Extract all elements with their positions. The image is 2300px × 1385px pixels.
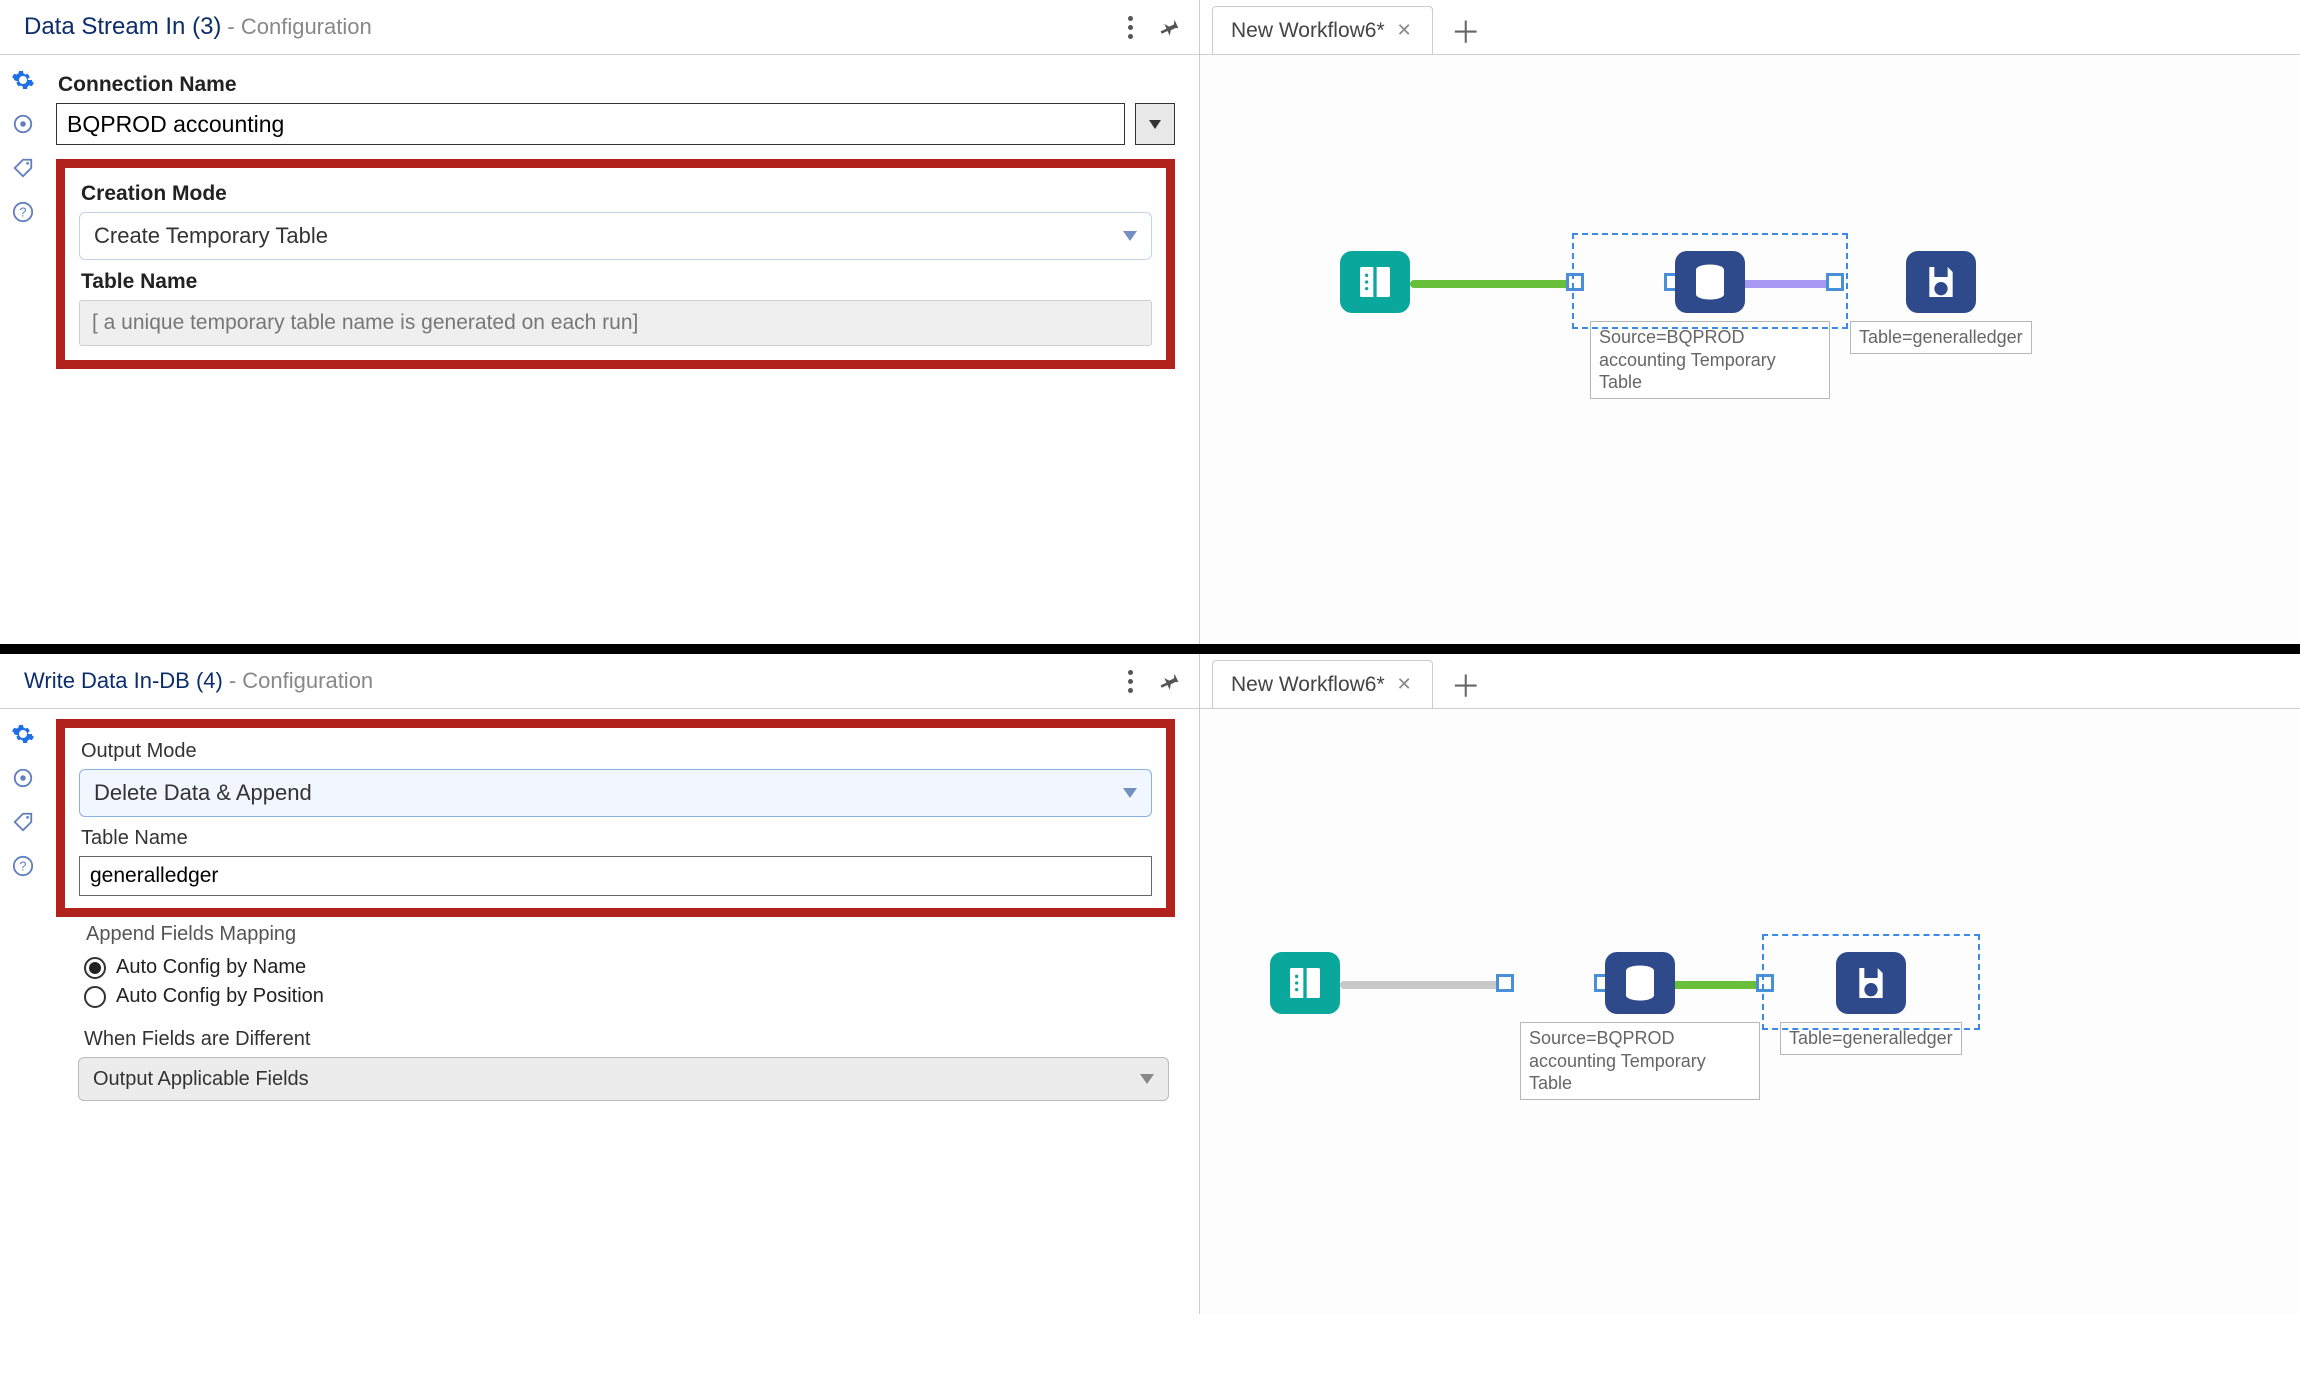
book-icon [1340, 251, 1410, 313]
add-tab-button[interactable]: ＋ [1437, 660, 1495, 708]
canvas-tabbar: New Workflow6* ✕ ＋ [1200, 654, 2300, 709]
canvas-bottom[interactable]: Source=BQPROD accounting Temporary Table… [1200, 709, 2300, 1314]
gear-icon[interactable] [8, 65, 38, 95]
svg-text:?: ? [19, 859, 26, 874]
connection-name-dropdown-button[interactable] [1135, 103, 1175, 145]
table-name-readonly: [ a unique temporary table name is gener… [79, 300, 1152, 346]
node-write-data[interactable]: Table=generalledger [1780, 952, 1962, 1055]
connection-name-combo [56, 103, 1175, 145]
highlight-box-bottom: Output Mode Delete Data & Append Table N… [56, 719, 1175, 917]
canvas-pane-top: New Workflow6* ✕ ＋ [1200, 0, 2300, 644]
pin-icon[interactable] [1156, 667, 1184, 695]
radio-icon [84, 986, 106, 1008]
node-db-source[interactable]: Source=BQPROD accounting Temporary Table [1520, 952, 1760, 1100]
node-write-data[interactable]: Table=generalledger [1850, 251, 2032, 354]
config-pane-bottom: Write Data In-DB (4) - Configuration [0, 654, 1200, 1314]
node-save-caption: Table=generalledger [1850, 321, 2032, 354]
help-icon[interactable]: ? [8, 851, 38, 881]
target-icon[interactable] [8, 109, 38, 139]
connection-name-label: Connection Name [58, 73, 1175, 97]
pin-icon[interactable] [1156, 13, 1184, 41]
output-mode-value: Delete Data & Append [94, 780, 312, 806]
workflow-tab-label: New Workflow6* [1231, 673, 1385, 697]
connection-name-input[interactable] [56, 103, 1125, 145]
kebab-menu-icon[interactable] [1128, 670, 1133, 693]
form-area-top: Connection Name Creation Mode Create Tem… [46, 55, 1199, 644]
bottom-panel: Write Data In-DB (4) - Configuration [0, 654, 2300, 1314]
table-name-placeholder: [ a unique temporary table name is gener… [92, 311, 638, 335]
config-subtitle: - Configuration [227, 14, 371, 40]
radio-by-name-label: Auto Config by Name [116, 956, 306, 979]
output-mode-label: Output Mode [81, 740, 1152, 763]
database-icon [1605, 952, 1675, 1014]
kebab-menu-icon[interactable] [1128, 16, 1133, 39]
save-icon [1906, 251, 1976, 313]
form-area-bottom: Output Mode Delete Data & Append Table N… [46, 709, 1199, 1314]
svg-text:?: ? [19, 205, 26, 220]
node-db-source[interactable]: Source=BQPROD accounting Temporary Table [1590, 251, 1830, 399]
node-db-caption: Source=BQPROD accounting Temporary Table [1520, 1022, 1760, 1100]
canvas-tabbar: New Workflow6* ✕ ＋ [1200, 0, 2300, 55]
wire-gray [1340, 981, 1500, 989]
chevron-down-icon [1140, 1074, 1154, 1084]
radio-by-position-label: Auto Config by Position [116, 985, 324, 1008]
canvas-top[interactable]: Source=BQPROD accounting Temporary Table… [1200, 55, 2300, 644]
close-tab-icon[interactable]: ✕ [1395, 674, 1414, 695]
wire-green [1410, 280, 1570, 288]
creation-mode-select[interactable]: Create Temporary Table [79, 212, 1152, 260]
anchor [1496, 974, 1514, 992]
add-tab-button[interactable]: ＋ [1437, 6, 1495, 54]
config-title: Data Stream In (3) [24, 13, 221, 41]
creation-mode-label: Creation Mode [81, 182, 1152, 206]
tag-icon[interactable] [8, 807, 38, 837]
config-header: Write Data In-DB (4) - Configuration [0, 654, 1199, 709]
tag-icon[interactable] [8, 153, 38, 183]
workflow-tab-label: New Workflow6* [1231, 19, 1385, 43]
append-fields-mapping-label: Append Fields Mapping [86, 923, 1175, 946]
chevron-down-icon [1123, 788, 1137, 798]
when-fields-diff-value: Output Applicable Fields [93, 1068, 309, 1091]
when-fields-diff-label: When Fields are Different [84, 1028, 1175, 1051]
config-pane-top: Data Stream In (3) - Configuration [0, 0, 1200, 644]
chevron-down-icon [1123, 231, 1137, 241]
radio-icon [84, 957, 106, 979]
radio-auto-by-position[interactable]: Auto Config by Position [84, 985, 1175, 1008]
config-header: Data Stream In (3) - Configuration [0, 0, 1199, 55]
target-icon[interactable] [8, 763, 38, 793]
config-title: Write Data In-DB (4) [24, 668, 223, 694]
table-name-label: Table Name [81, 270, 1152, 294]
node-data-stream-in[interactable] [1270, 952, 1340, 1014]
when-fields-diff-select[interactable]: Output Applicable Fields [78, 1057, 1169, 1101]
save-icon [1836, 952, 1906, 1014]
anchor [1566, 273, 1584, 291]
database-icon [1675, 251, 1745, 313]
book-icon [1270, 952, 1340, 1014]
help-icon[interactable]: ? [8, 197, 38, 227]
close-tab-icon[interactable]: ✕ [1395, 20, 1414, 41]
creation-mode-value: Create Temporary Table [94, 223, 328, 249]
highlight-box-top: Creation Mode Create Temporary Table Tab… [56, 159, 1175, 369]
workflow-tab[interactable]: New Workflow6* ✕ [1212, 660, 1433, 708]
canvas-pane-bottom: New Workflow6* ✕ ＋ Source=BQPROD acc [1200, 654, 2300, 1314]
table-name-label: Table Name [81, 827, 1152, 850]
gear-icon[interactable] [8, 719, 38, 749]
table-name-input[interactable] [79, 856, 1152, 896]
node-save-caption: Table=generalledger [1780, 1022, 1962, 1055]
node-db-caption: Source=BQPROD accounting Temporary Table [1590, 321, 1830, 399]
workflow-tab[interactable]: New Workflow6* ✕ [1212, 6, 1433, 54]
node-data-stream-in[interactable] [1340, 251, 1410, 313]
radio-auto-by-name[interactable]: Auto Config by Name [84, 956, 1175, 979]
side-icon-rail: ? [0, 709, 46, 1314]
output-mode-select[interactable]: Delete Data & Append [79, 769, 1152, 817]
config-subtitle: - Configuration [229, 668, 373, 694]
top-panel: Data Stream In (3) - Configuration [0, 0, 2300, 654]
side-icon-rail: ? [0, 55, 46, 644]
